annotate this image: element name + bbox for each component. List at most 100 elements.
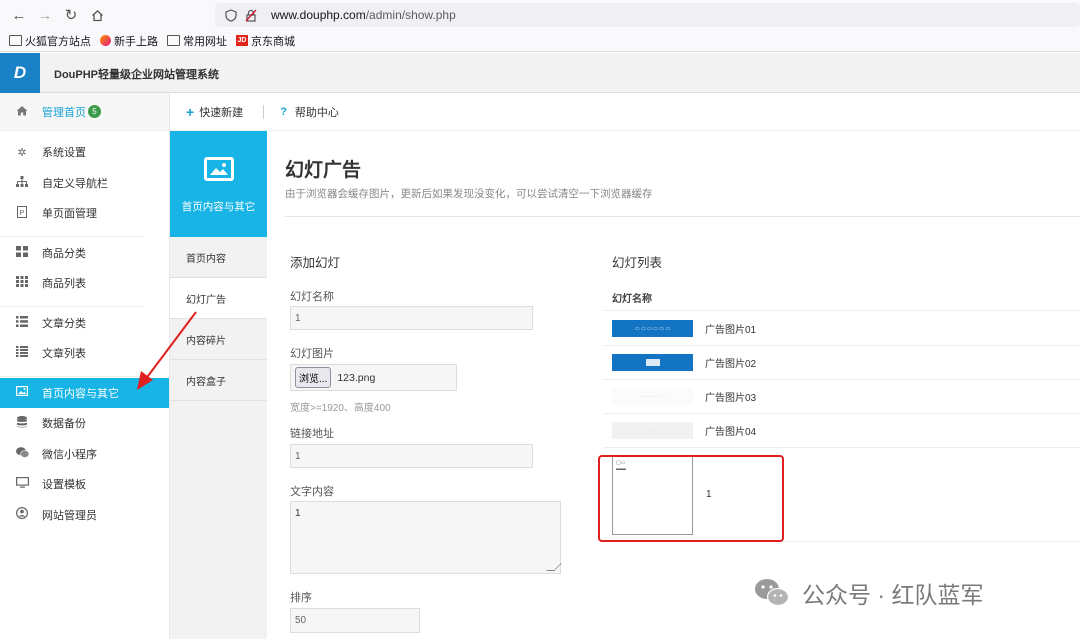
shield-icon[interactable] xyxy=(223,7,239,23)
bookmark-label: 新手上路 xyxy=(114,35,158,48)
sidebar-item-label: 网站管理员 xyxy=(42,509,97,522)
app-header: D DouPHP轻量级企业网站管理系统 xyxy=(0,53,1080,93)
sidebar-divider xyxy=(0,299,144,307)
quick-new-label: 快速新建 xyxy=(199,106,244,119)
sidebar-item-site-admins[interactable]: 网站管理员 xyxy=(0,500,169,531)
sidebar-item-article-category[interactable]: 文章分类 xyxy=(0,308,169,339)
sidebar-item-label: 文章列表 xyxy=(42,348,86,361)
table-row[interactable]: ▭ ▭ ▭ ▭ ▭ ▭ 广告图片01 xyxy=(603,312,1080,346)
home-icon[interactable] xyxy=(84,2,110,28)
sidebar-item-label: 微信小程序 xyxy=(42,448,97,461)
slide-name-input[interactable]: 1 xyxy=(290,306,533,330)
image-icon xyxy=(16,386,29,399)
quick-new-button[interactable]: + 快速新建 xyxy=(186,104,243,120)
table-row[interactable]: - - - - - - - - - 广告图片03 xyxy=(603,380,1080,414)
page-icon: P xyxy=(16,205,28,221)
sub-item-home-content[interactable]: 首页内容 xyxy=(170,237,267,278)
link-url-label: 链接地址 xyxy=(290,428,334,440)
image-size-hint: 宽度>=1920、高度400 xyxy=(290,403,391,414)
sidebar-item-label: 商品列表 xyxy=(42,278,86,291)
sub-item-label: 幻灯广告 xyxy=(186,294,226,306)
sidebar-item-home[interactable]: 管理首页 5 xyxy=(0,93,169,131)
jd-logo-icon: JD xyxy=(236,35,248,46)
sidebar-item-system-settings[interactable]: ✲ 系统设置 xyxy=(0,137,169,168)
slide-thumbnail[interactable]: - - - - - - - - - xyxy=(612,388,693,405)
sub-menu: 首页内容与其它 首页内容 幻灯广告 内容碎片 内容盒子 xyxy=(170,131,267,639)
sidebar-item-home-content[interactable]: 首页内容与其它 xyxy=(0,377,169,408)
help-center-link[interactable]: ? 帮助中心 xyxy=(280,104,339,120)
sidebar-item-label: 商品分类 xyxy=(42,247,86,260)
grid-icon xyxy=(16,245,28,260)
bookmark-label: 常用网址 xyxy=(183,35,227,48)
table-row[interactable]: - - - - 广告图片04 xyxy=(603,414,1080,448)
bookmarks-bar: 火狐官方站点 新手上路 常用网址 JD 京东商城 xyxy=(0,30,1080,52)
text-content-value: 1 xyxy=(295,508,301,519)
sub-item-slideshow[interactable]: 幻灯广告 xyxy=(170,278,267,319)
sidebar-item-label: 数据备份 xyxy=(42,418,86,431)
sub-item-content-box[interactable]: 内容盒子 xyxy=(170,360,267,401)
top-bar: + 快速新建 ? 帮助中心 xyxy=(170,93,1080,131)
slide-name: 广告图片04 xyxy=(705,427,757,438)
table-row[interactable]: 广告图片02 xyxy=(603,346,1080,380)
monitor-icon xyxy=(16,477,30,491)
browser-toolbar: ← → ↻ www.douphp.com/admin/show.php xyxy=(0,0,1080,30)
selected-file-name: 123.png xyxy=(337,371,376,384)
resize-handle[interactable] xyxy=(546,563,562,571)
sidebar-divider xyxy=(0,369,144,377)
sub-menu-header: 首页内容与其它 xyxy=(170,131,267,237)
back-arrow-icon[interactable]: ← xyxy=(6,2,32,28)
gear-icon: ✲ xyxy=(17,146,27,159)
bookmark-common-sites[interactable]: 常用网址 xyxy=(167,33,227,49)
main-content: 幻灯广告 由于浏览器会缓存图片，更新后如果发现没变化，可以尝试清空一下浏览器缓存… xyxy=(267,131,1080,639)
slide-name-label: 幻灯名称 xyxy=(290,291,334,303)
title-divider xyxy=(285,216,1080,217)
watermark: 公众号 · 红队蓝军 xyxy=(754,576,983,610)
lock-warning-icon[interactable] xyxy=(243,7,259,23)
sidebar-item-template-settings[interactable]: 设置模板 xyxy=(0,469,169,500)
url-path: /admin/show.php xyxy=(365,8,456,22)
sidebar-item-page-management[interactable]: P 单页面管理 xyxy=(0,198,169,229)
forward-arrow-icon[interactable]: → xyxy=(32,2,58,28)
slide-thumbnail[interactable]: - - - - xyxy=(612,422,693,439)
text-content-textarea[interactable]: 1 xyxy=(290,501,562,574)
sub-item-label: 首页内容 xyxy=(186,253,226,265)
svg-text:P: P xyxy=(20,210,25,217)
firefox-icon xyxy=(100,35,111,46)
topbar-divider xyxy=(263,104,265,119)
sub-item-content-fragments[interactable]: 内容碎片 xyxy=(170,319,267,360)
slide-image-file-input[interactable]: 浏览... 123.png xyxy=(290,364,457,391)
sidebar: 管理首页 5 ✲ 系统设置 自定义导航栏 P 单页面管理 商品分类 商品列表 文章… xyxy=(0,93,170,639)
bookmark-firefox-site[interactable]: 火狐官方站点 xyxy=(9,33,91,49)
sidebar-item-label: 自定义导航栏 xyxy=(42,177,108,190)
slide-list-heading: 幻灯列表 xyxy=(612,256,663,270)
bookmark-getting-started[interactable]: 新手上路 xyxy=(100,33,158,49)
wechat-icon xyxy=(16,446,30,461)
slide-thumbnail[interactable] xyxy=(612,354,693,371)
link-url-input[interactable]: 1 xyxy=(290,444,533,468)
browse-button[interactable]: 浏览... xyxy=(295,367,332,388)
question-icon: ? xyxy=(280,105,287,118)
slide-list-column-header: 幻灯名称 xyxy=(603,283,1080,311)
reload-icon[interactable]: ↻ xyxy=(58,2,84,28)
annotation-highlight-box xyxy=(598,455,784,542)
notification-badge: 5 xyxy=(88,105,101,118)
sidebar-item-label: 文章分类 xyxy=(42,317,86,330)
sidebar-item-custom-nav[interactable]: 自定义导航栏 xyxy=(0,168,169,199)
folder-icon xyxy=(167,35,180,46)
sidebar-item-data-backup[interactable]: 数据备份 xyxy=(0,408,169,439)
url-bar[interactable]: www.douphp.com/admin/show.php xyxy=(215,3,1080,27)
slide-thumbnail[interactable]: ▭ ▭ ▭ ▭ ▭ ▭ xyxy=(612,320,693,337)
bookmark-label: 火狐官方站点 xyxy=(25,35,91,48)
sidebar-item-article-list[interactable]: 文章列表 xyxy=(0,338,169,369)
sidebar-item-product-list[interactable]: 商品列表 xyxy=(0,268,169,299)
sidebar-item-wechat-miniprogram[interactable]: 微信小程序 xyxy=(0,439,169,470)
image-icon xyxy=(203,157,234,181)
sub-menu-title: 首页内容与其它 xyxy=(181,201,256,213)
slide-name: 广告图片02 xyxy=(705,359,757,370)
database-icon xyxy=(16,415,28,431)
sidebar-item-product-category[interactable]: 商品分类 xyxy=(0,238,169,269)
sort-order-input[interactable]: 50 xyxy=(290,608,420,633)
plus-icon: + xyxy=(186,103,195,120)
bookmark-jd[interactable]: JD 京东商城 xyxy=(236,33,295,49)
app-logo[interactable]: D xyxy=(0,53,40,93)
